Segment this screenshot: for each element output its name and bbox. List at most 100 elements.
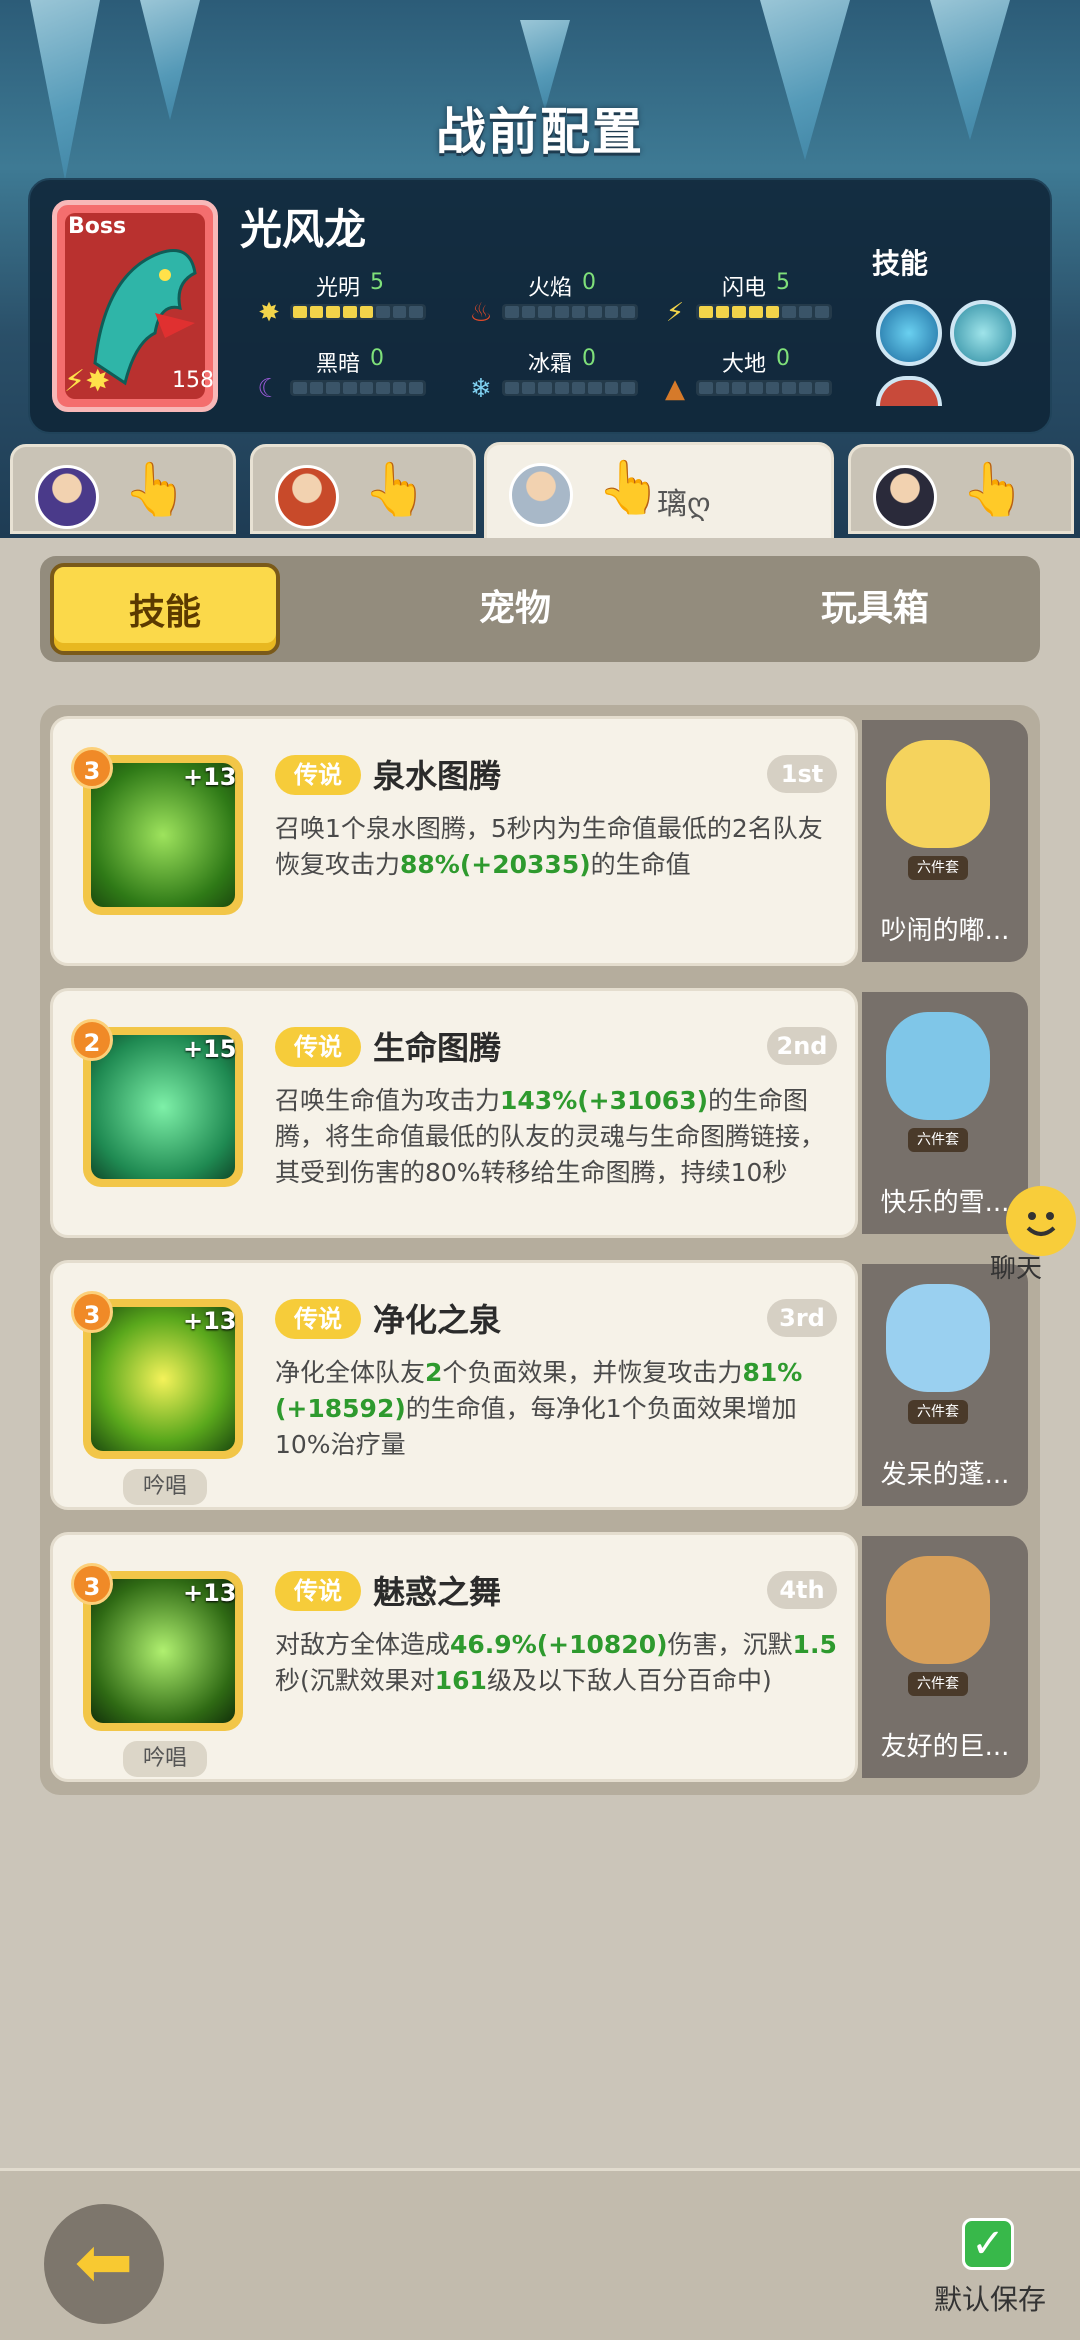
pet-slot[interactable]: 六件套 发呆的蓬... [862,1264,1028,1506]
pet-name: 发呆的蓬... [880,1460,1010,1490]
boss-skill-orb-1[interactable] [876,300,942,366]
hero-tab-1[interactable]: 👆 [250,444,476,534]
element-bar [502,304,638,320]
skill-name: 净化之泉 [373,1301,502,1339]
snowflake-icon: ❄ [470,374,492,404]
element-label: 闪电 [722,276,767,301]
element-bar [696,380,832,396]
skill-description: 净化全体队友2个负面效果，并恢复攻击力81%(+18592)的生命值，每净化1个… [275,1355,841,1463]
hero-name: 璃ღ [657,487,711,522]
skill-plus: +15 [183,1035,237,1063]
element-bar [290,380,426,396]
skill-card[interactable]: 3 +13 传说 泉水图腾 1st 召唤1个泉水图腾，5秒内为生命值最低的2名队… [50,716,858,966]
element-icons: ⚡✸ [64,364,111,399]
skill-text: 召唤生命值为攻击力 [275,1086,501,1115]
element-value: 0 [582,346,596,371]
moon-icon: ☾ [257,374,281,404]
skill-card[interactable]: 2 +15 传说 生命图腾 2nd 召唤生命值为攻击力143%(+31063)的… [50,988,858,1238]
lightning-icon: ⚡ [665,298,685,328]
element-label: 黑暗 [316,352,361,377]
element-bar [696,304,832,320]
skill-text: 净化全体队友 [275,1358,426,1387]
element-value: 0 [776,346,790,371]
boss-skill-orb-2[interactable] [950,300,1016,366]
chat-button[interactable] [1006,1186,1076,1256]
skill-name: 魅惑之舞 [373,1573,502,1611]
element-value: 5 [370,270,384,295]
default-save-label: 默认保存 [934,2283,1047,2316]
skill-description: 召唤生命值为攻击力143%(+31063)的生命图腾，将生命值最低的队友的灵魂与… [275,1083,841,1191]
hero-avatar [35,465,99,529]
tab-2[interactable]: 玩具箱 [760,563,990,655]
hero-tab-0[interactable]: 👆 [10,444,236,534]
skill-plus: +13 [183,1307,237,1335]
pet-slot[interactable]: 六件套 吵闹的嘟... [862,720,1028,962]
element-bar [290,304,426,320]
skill-name: 泉水图腾 [373,757,502,795]
tap-hand-icon: 👆 [597,458,662,518]
tap-hand-icon: 👆 [961,460,1026,520]
back-button[interactable]: ⬅ [44,2204,164,2324]
pet-set-tag: 六件套 [908,1128,968,1152]
skill-rank: 3rd [767,1299,837,1337]
skill-value: 2 [425,1358,443,1387]
skill-text: 个负面效果，并恢复攻击力 [442,1358,743,1387]
hero-tab-3[interactable]: 👆 [848,444,1074,534]
pet-figure [886,1012,990,1120]
tab-0[interactable]: 技能 [50,563,280,655]
skill-rank: 1st [767,755,837,793]
pet-figure [886,740,990,848]
boss-skills-label: 技能 [872,247,929,280]
skill-text: 秒(沉默效果对 [275,1666,435,1695]
pet-slot[interactable]: 六件套 友好的巨... [862,1536,1028,1778]
element-value: 5 [776,270,790,295]
boss-level: 158 [172,368,214,393]
tap-hand-icon: 👆 [123,460,188,520]
pet-name: 吵闹的嘟... [880,916,1010,946]
skill-rank: 4th [767,1571,837,1609]
chant-tag: 吟唱 [123,1741,207,1777]
pet-slot[interactable]: 六件套 快乐的雪... [862,992,1028,1234]
element-value: 0 [582,270,596,295]
tab-1[interactable]: 宠物 [400,563,630,655]
skill-value: 1.5 [792,1630,837,1659]
skill-card[interactable]: 3 +13 吟唱 传说 净化之泉 3rd 净化全体队友2个负面效果，并恢复攻击力… [50,1260,858,1510]
skill-plus: +13 [183,1579,237,1607]
boss-badge: Boss [68,214,127,239]
skill-level-badge: 3 [71,1291,113,1333]
earth-icon: ▲ [665,374,685,404]
tap-hand-icon: 👆 [363,460,428,520]
skill-value: 161 [434,1666,487,1695]
skill-level-badge: 3 [71,747,113,789]
skill-card[interactable]: 3 +13 吟唱 传说 魅惑之舞 4th 对敌方全体造成46.9%(+10820… [50,1532,858,1782]
hero-tab-2[interactable]: 👆 璃ღ [484,442,834,542]
pet-set-tag: 六件套 [908,1400,968,1424]
hero-avatar [873,465,937,529]
chat-label: 聊天 [990,1254,1043,1284]
legend-badge: 传说 [275,1299,361,1339]
skill-level-badge: 3 [71,1563,113,1605]
hero-avatar [509,463,573,527]
hero-avatar [275,465,339,529]
skill-value: (+10820) [536,1630,668,1659]
smiley-icon [1026,1212,1056,1236]
default-save-checkbox[interactable]: ✓ [962,2218,1014,2270]
skill-value: (+31063) [577,1086,709,1115]
skill-value: 81% [742,1358,803,1387]
pet-name: 快乐的雪... [880,1188,1010,1218]
page-title: 战前配置 [436,103,644,161]
element-label: 冰霜 [528,352,573,377]
skill-text: 级及以下敌人百分百命中) [486,1666,772,1695]
element-label: 大地 [722,352,767,377]
back-arrow-icon: ⬅ [74,2221,134,2303]
pet-name: 友好的巨... [880,1732,1010,1762]
skill-description: 召唤1个泉水图腾，5秒内为生命值最低的2名队友恢复攻击力88%(+20335)的… [275,811,841,883]
check-icon: ✓ [971,2221,1005,2267]
flame-icon: ♨ [469,298,493,328]
skill-description: 对敌方全体造成46.9%(+10820)伤害，沉默1.5 秒(沉默效果对161级及… [275,1627,841,1699]
skill-text: 对敌方全体造成 [275,1630,451,1659]
skill-name: 生命图腾 [373,1029,502,1067]
element-bar [502,380,638,396]
skill-text: 伤害，沉默 [667,1630,793,1659]
pet-set-tag: 六件套 [908,1672,968,1696]
